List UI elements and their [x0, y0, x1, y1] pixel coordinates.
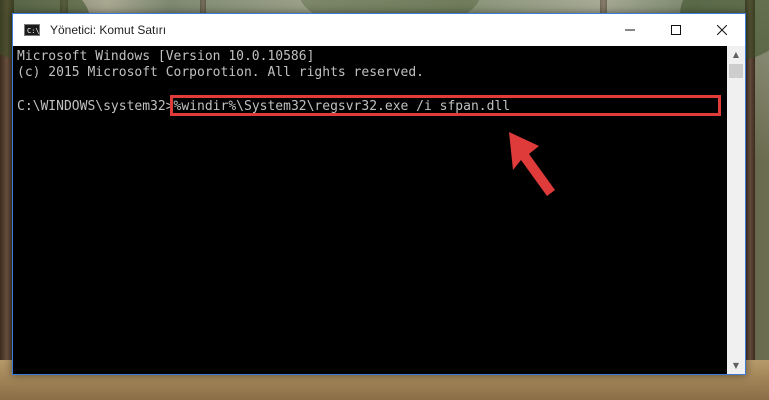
pointer-arrow-icon [509, 132, 555, 196]
maximize-button[interactable] [653, 14, 699, 46]
maximize-icon [671, 25, 681, 35]
console-line: (c) 2015 Microsoft Corporotion. All righ… [17, 65, 424, 80]
console-app-icon: C:\ [24, 24, 40, 36]
console-output[interactable]: Microsoft Windows [Version 10.0.10586] (… [13, 46, 725, 374]
window-title: Yönetici: Komut Satırı [50, 23, 167, 37]
window-controls [607, 14, 745, 46]
scroll-thumb[interactable] [729, 64, 743, 78]
scroll-up-arrow-icon[interactable]: ▲ [727, 46, 745, 63]
title-bar[interactable]: C:\ Yönetici: Komut Satırı [13, 14, 745, 46]
vertical-scrollbar[interactable]: ▲ ▼ [727, 46, 745, 374]
command-prompt-window[interactable]: C:\ Yönetici: Komut Satırı Microsoft Win… [12, 13, 746, 375]
console-line: Microsoft Windows [Version 10.0.10586] [17, 49, 315, 64]
command-highlight-box [170, 95, 721, 116]
minimize-button[interactable] [607, 14, 653, 46]
close-icon [717, 25, 727, 35]
prompt: C:\WINDOWS\system32> [17, 99, 174, 114]
close-button[interactable] [699, 14, 745, 46]
scroll-down-arrow-icon[interactable]: ▼ [727, 357, 745, 374]
minimize-icon [625, 29, 635, 31]
